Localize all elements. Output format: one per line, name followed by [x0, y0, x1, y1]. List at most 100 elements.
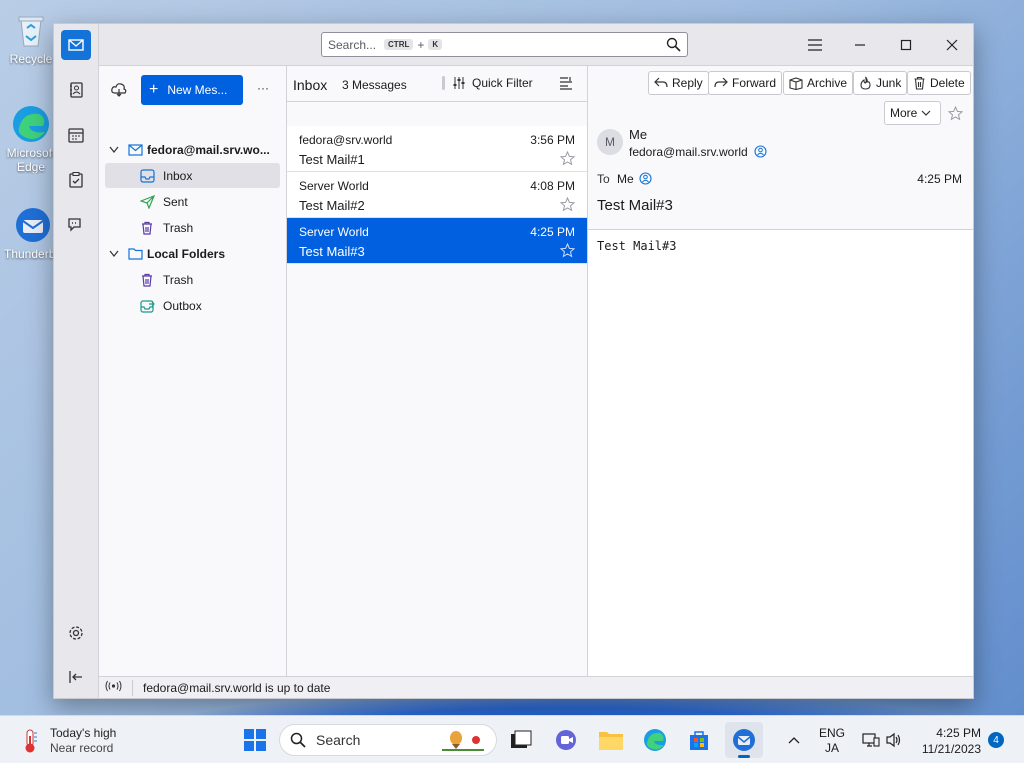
mail-icon [68, 39, 84, 51]
weather-subtitle: Near record [50, 741, 114, 755]
inbox-icon [139, 168, 155, 184]
message-reader-pane: Reply Forward Archive Junk Delete More M… [588, 66, 973, 676]
desktop-icon-thunderbird[interactable]: Thunderbird [4, 205, 58, 261]
maximize-button[interactable] [894, 34, 918, 56]
delete-button[interactable]: Delete [907, 71, 971, 95]
folder-pane-menu-button[interactable]: ··· [257, 81, 269, 95]
ime-label: JA [825, 741, 840, 755]
desktop-icon-recycle-bin[interactable]: Recycle [4, 10, 58, 66]
clock[interactable]: 4:25 PM 11/21/2023 [916, 725, 981, 757]
sender-email[interactable]: fedora@mail.srv.world [629, 145, 748, 159]
space-address-book-button[interactable] [61, 75, 91, 105]
folder-sent[interactable]: Sent [105, 189, 280, 214]
file-explorer-button[interactable] [597, 726, 625, 754]
global-search-input[interactable]: Search... CTRL + K [321, 32, 688, 57]
space-tasks-button[interactable] [61, 165, 91, 195]
thunderbird-taskbar-button[interactable] [725, 722, 763, 758]
spaces-toolbar [54, 24, 99, 698]
search-placeholder: Search... [328, 37, 377, 52]
get-messages-button[interactable] [111, 82, 127, 101]
weather-widget[interactable]: Today's high Near record [20, 726, 116, 756]
folder-inbox[interactable]: Inbox [105, 163, 280, 188]
folder-label: Inbox [163, 168, 193, 183]
desktop-icon-edge[interactable]: Microsoft Edge [4, 104, 58, 174]
status-bar: fedora@mail.srv.world is up to date [99, 676, 973, 698]
list-display-options-button[interactable] [559, 76, 573, 93]
star-icon[interactable] [559, 242, 576, 261]
message-row-selected[interactable]: Server World 4:25 PM Test Mail#3 [287, 218, 587, 264]
to-label: To [597, 172, 610, 186]
account-row[interactable]: fedora@mail.srv.wo... [105, 137, 280, 162]
edge-icon [11, 104, 51, 144]
message-from: fedora@srv.world [299, 133, 393, 147]
star-icon[interactable] [559, 150, 576, 169]
new-message-button[interactable]: + New Mes... [141, 75, 243, 105]
active-indicator [738, 755, 750, 758]
space-chat-button[interactable] [61, 210, 91, 240]
contact-icon[interactable] [754, 145, 767, 161]
sender-name: Me [629, 127, 648, 142]
chevron-up-icon [788, 737, 800, 744]
shortcut-k-key: K [428, 39, 443, 50]
contact-icon[interactable] [639, 172, 652, 188]
space-calendar-button[interactable] [61, 120, 91, 150]
reply-button[interactable]: Reply [648, 71, 709, 95]
teams-chat-button[interactable] [552, 726, 580, 754]
calendar-icon [68, 128, 84, 143]
start-button[interactable] [241, 726, 269, 754]
forward-button[interactable]: Forward [708, 71, 783, 95]
message-subject: Test Mail#1 [299, 152, 365, 167]
message-row[interactable]: fedora@srv.world 3:56 PM Test Mail#1 [287, 126, 587, 172]
star-message-button[interactable] [947, 105, 964, 124]
message-list-pane: Inbox 3 Messages Quick Filter fedora@srv… [287, 66, 588, 676]
more-button[interactable]: More [884, 101, 942, 125]
close-window-button[interactable] [940, 34, 964, 56]
message-date: 4:25 PM [917, 172, 962, 186]
desktop-icon-label: Recycle [9, 52, 53, 66]
folder-local-trash[interactable]: Trash [105, 267, 280, 292]
task-view-button[interactable] [507, 726, 535, 754]
junk-button[interactable]: Junk [853, 71, 908, 95]
recipient-name[interactable]: Me [617, 172, 634, 186]
edge-icon [644, 729, 666, 751]
settings-button[interactable] [61, 618, 91, 648]
folder-trash[interactable]: Trash [105, 215, 280, 240]
app-menu-button[interactable] [803, 34, 827, 56]
plus-icon: + [149, 81, 159, 98]
archive-button[interactable]: Archive [783, 71, 854, 95]
collapse-spaces-button[interactable] [61, 662, 91, 692]
divider [442, 76, 445, 90]
chevron-down-icon [921, 110, 931, 116]
star-icon[interactable] [559, 196, 576, 215]
title-bar: Search... CTRL + K [99, 24, 973, 66]
folder-label: Outbox [163, 298, 202, 313]
space-mail-button[interactable] [61, 30, 91, 60]
show-hidden-icons-button[interactable] [780, 726, 808, 754]
folder-outbox[interactable]: Outbox [105, 293, 280, 318]
store-bag-icon [690, 731, 708, 750]
input-language-button[interactable]: ENG JA [819, 726, 845, 756]
folder-icon [127, 246, 143, 262]
sender-avatar: M [597, 129, 623, 155]
notification-badge[interactable]: 4 [988, 732, 1004, 748]
edge-taskbar-button[interactable] [641, 726, 669, 754]
search-highlight-icon [440, 730, 486, 755]
local-folders-label: Local Folders [147, 246, 226, 261]
message-row[interactable]: Server World 4:08 PM Test Mail#2 [287, 172, 587, 218]
forward-label: Forward [732, 76, 777, 90]
close-icon [946, 39, 958, 51]
online-status-icon[interactable] [105, 680, 122, 695]
store-button[interactable] [685, 726, 713, 754]
volume-button[interactable] [880, 726, 908, 754]
quick-filter-button[interactable]: Quick Filter [442, 76, 533, 90]
message-time: 3:56 PM [530, 133, 575, 147]
folder-pane: + New Mes... ··· fedora@mail.srv.wo... I… [99, 66, 287, 676]
reply-label: Reply [672, 76, 703, 90]
chat-icon [68, 218, 81, 232]
taskbar-search-box[interactable]: Search [279, 724, 497, 756]
minimize-button[interactable] [848, 34, 872, 56]
junk-flame-icon [860, 76, 871, 90]
message-from: Server World [299, 225, 369, 239]
local-folders-row[interactable]: Local Folders [105, 241, 280, 266]
forward-icon [714, 77, 728, 88]
